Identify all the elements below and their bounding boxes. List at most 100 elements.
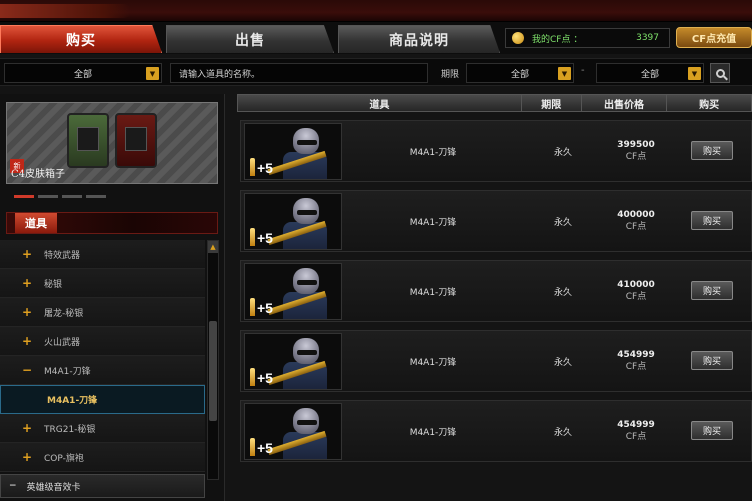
category-select-value: 全部 bbox=[73, 69, 92, 80]
cf-points-label: 我的CF点 ： bbox=[532, 34, 583, 45]
tab-bar: 购买 出售 商品说明 我的CF点 ： 3397 CF点充值 bbox=[0, 22, 752, 54]
sidebar-item[interactable]: + 屠龙-秘银 bbox=[0, 298, 205, 327]
sidebar-item[interactable]: − M4A1-刀锋 bbox=[0, 356, 205, 385]
expand-icon[interactable]: + bbox=[20, 247, 34, 261]
collapse-icon[interactable]: − bbox=[20, 363, 34, 377]
item-price: 400000 CF点 bbox=[593, 209, 679, 233]
sidebar-item[interactable]: + COP-旗袍 bbox=[0, 443, 205, 472]
sidebar: 新 C4皮肤箱子 道具 + 特效武器 + 秘银 + 屠龙-秘银 + 火山武器 − M4A1… bbox=[0, 94, 225, 501]
sidebar-item[interactable]: + 火山武器 bbox=[0, 327, 205, 356]
sunglasses bbox=[297, 420, 317, 425]
coin-icon bbox=[512, 32, 524, 44]
price-value: 399500 bbox=[617, 140, 655, 150]
item-list-panel: 道具 期限 出售价格 购买 +5 M4A1-刀锋 永久 399500 CF点 购买 +5 M4… bbox=[232, 94, 752, 501]
col-item: 道具 bbox=[238, 95, 522, 111]
cf-points-value: 3397 bbox=[636, 33, 659, 43]
expand-icon[interactable]: + bbox=[20, 334, 34, 348]
banner-pager bbox=[14, 195, 106, 198]
bullet-icon bbox=[250, 438, 255, 456]
col-buy: 购买 bbox=[699, 99, 720, 111]
chevron-down-icon[interactable]: ▼ bbox=[146, 67, 159, 80]
price-value: 454999 bbox=[617, 350, 655, 360]
period-label: 期限 bbox=[441, 70, 460, 80]
scroll-thumb[interactable] bbox=[209, 321, 217, 421]
chevron-down-icon[interactable]: ▼ bbox=[558, 67, 571, 80]
buy-button[interactable]: 购买 bbox=[691, 281, 733, 300]
sidebar-item[interactable]: + 特效武器 bbox=[0, 240, 205, 269]
sunglasses bbox=[297, 210, 317, 215]
buy-button[interactable]: 购买 bbox=[691, 421, 733, 440]
buy-button[interactable]: 购买 bbox=[691, 141, 733, 160]
sidebar-item-label: 秘银 bbox=[44, 279, 63, 290]
bonus-label: +5 bbox=[257, 370, 273, 386]
sidebar-item[interactable]: + TRG21-秘银 bbox=[0, 414, 205, 443]
top-strip bbox=[0, 0, 752, 22]
expand-icon[interactable]: + bbox=[20, 276, 34, 290]
pager-dot[interactable] bbox=[38, 195, 58, 198]
item-price: 410000 CF点 bbox=[593, 279, 679, 303]
sidebar-subitem-selected[interactable]: M4A1-刀锋 bbox=[0, 385, 205, 414]
promo-banner[interactable]: 新 C4皮肤箱子 bbox=[6, 102, 218, 184]
item-period: 永久 bbox=[553, 218, 572, 228]
table-header: 道具 期限 出售价格 购买 bbox=[237, 94, 752, 112]
sidebar-item-label: COP-旗袍 bbox=[44, 453, 84, 464]
period-select[interactable]: 全部 ▼ bbox=[466, 63, 574, 83]
col-period: 期限 bbox=[522, 95, 582, 111]
category-select[interactable]: 全部 ▼ bbox=[4, 63, 162, 83]
pager-dot[interactable] bbox=[62, 195, 82, 198]
item-period: 永久 bbox=[553, 358, 572, 368]
expand-icon[interactable]: + bbox=[20, 421, 34, 435]
table-row: +5 M4A1-刀锋 永久 400000 CF点 购买 bbox=[240, 190, 752, 252]
item-name: M4A1-刀锋 bbox=[409, 218, 457, 228]
search-input[interactable]: 请输入道具的名称。 bbox=[170, 63, 428, 83]
item-name: M4A1-刀锋 bbox=[409, 288, 457, 298]
sidebar-item-label: 屠龙-秘银 bbox=[44, 308, 84, 319]
sidebar-scrollbar[interactable]: ▲ bbox=[207, 240, 219, 480]
price-select[interactable]: 全部 ▼ bbox=[596, 63, 704, 83]
table-row: +5 M4A1-刀锋 永久 410000 CF点 购买 bbox=[240, 260, 752, 322]
bottom-category-label: 英雄级音效卡 bbox=[26, 482, 81, 493]
expand-icon[interactable]: + bbox=[20, 450, 34, 464]
category-header-label: 道具 bbox=[15, 213, 57, 233]
item-name: M4A1-刀锋 bbox=[409, 358, 457, 368]
price-unit: CF点 bbox=[625, 292, 647, 302]
category-header[interactable]: 道具 bbox=[6, 212, 218, 234]
bonus-label: +5 bbox=[257, 440, 273, 456]
collapse-icon[interactable]: − bbox=[9, 481, 17, 491]
buy-button[interactable]: 购买 bbox=[691, 211, 733, 230]
pager-dot[interactable] bbox=[86, 195, 106, 198]
col-price: 出售价格 bbox=[582, 95, 668, 111]
filter-bar: 全部 ▼ 请输入道具的名称。 期限 全部 ▼ - 全部 ▼ bbox=[0, 58, 752, 86]
tab-sell[interactable]: 出售 bbox=[166, 25, 334, 53]
c4-case-green bbox=[67, 113, 109, 168]
bonus-label: +5 bbox=[257, 160, 273, 176]
item-thumbnail: +5 bbox=[244, 193, 342, 250]
price-unit: CF点 bbox=[625, 362, 647, 372]
item-period: 永久 bbox=[553, 428, 572, 438]
recharge-button[interactable]: CF点充值 bbox=[676, 27, 752, 48]
item-thumbnail: +5 bbox=[244, 333, 342, 390]
sunglasses bbox=[297, 350, 317, 355]
pager-dot[interactable] bbox=[14, 195, 34, 198]
search-button[interactable] bbox=[710, 63, 730, 83]
sidebar-bottom-category[interactable]: − 英雄级音效卡 bbox=[0, 474, 205, 498]
expand-icon[interactable]: + bbox=[20, 305, 34, 319]
scroll-up-icon[interactable]: ▲ bbox=[208, 241, 218, 253]
chevron-down-icon[interactable]: ▼ bbox=[688, 67, 701, 80]
bullet-icon bbox=[250, 158, 255, 176]
table-row: +5 M4A1-刀锋 永久 399500 CF点 购买 bbox=[240, 120, 752, 182]
item-thumbnail: +5 bbox=[244, 263, 342, 320]
price-unit: CF点 bbox=[625, 152, 647, 162]
sidebar-item[interactable]: + 秘银 bbox=[0, 269, 205, 298]
price-unit: CF点 bbox=[625, 432, 647, 442]
tab-item-info[interactable]: 商品说明 bbox=[338, 25, 500, 53]
tab-buy[interactable]: 购买 bbox=[0, 25, 162, 53]
cf-points-box: 我的CF点 ： 3397 bbox=[505, 28, 670, 48]
sidebar-item-label: 火山武器 bbox=[44, 337, 81, 348]
range-dash: - bbox=[581, 65, 585, 76]
item-price: 454999 CF点 bbox=[593, 419, 679, 443]
buy-button[interactable]: 购买 bbox=[691, 351, 733, 370]
sunglasses bbox=[297, 280, 317, 285]
item-name: M4A1-刀锋 bbox=[409, 428, 457, 438]
bullet-icon bbox=[250, 368, 255, 386]
